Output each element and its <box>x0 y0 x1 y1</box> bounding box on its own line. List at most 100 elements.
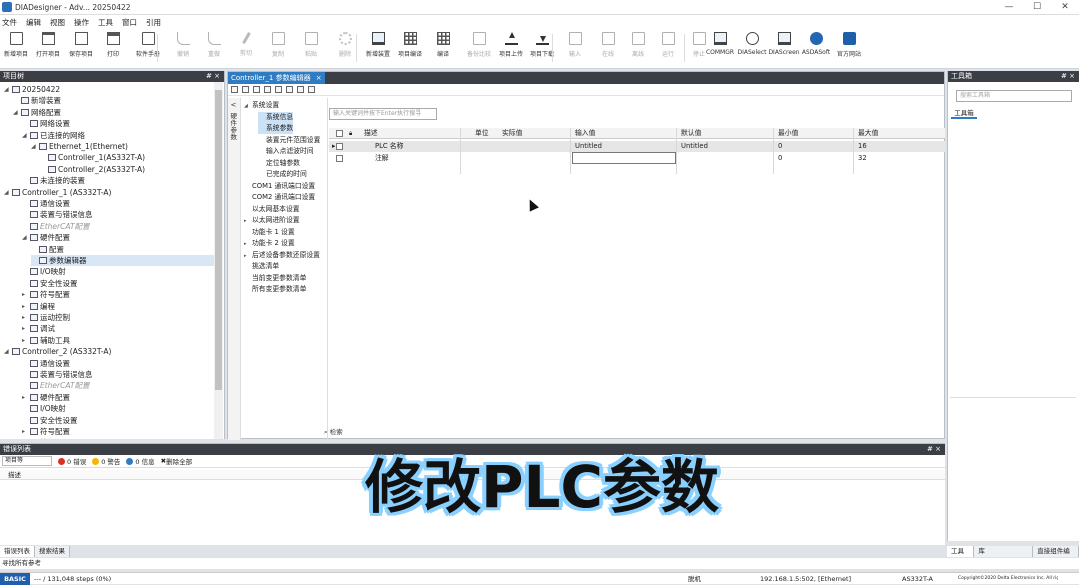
tree-item[interactable]: ▸ 硬件配置 <box>22 392 70 403</box>
tree-item[interactable]: Controller_1(AS332T-A) <box>40 152 145 163</box>
ribbon-button-new-project[interactable]: 新增项目 <box>1 32 31 58</box>
select-all-checkbox[interactable] <box>336 130 343 137</box>
tree-item[interactable]: 安全性设置 <box>22 278 78 289</box>
expand-arrow-icon[interactable]: ▸ <box>22 312 30 323</box>
ribbon-button-diaselect[interactable]: DIASelect <box>737 32 767 56</box>
tree-item[interactable]: 安全性设置 <box>22 415 78 426</box>
tree-item[interactable]: ◢ 20250422 <box>4 84 60 95</box>
ribbon-button-print[interactable]: 打印 <box>98 32 128 58</box>
tree-item[interactable]: ▸ 运动控制 <box>22 312 70 323</box>
ribbon-button-offline[interactable]: 离线 <box>623 32 653 58</box>
minimize-button[interactable]: — <box>995 0 1023 15</box>
expand-arrow-icon[interactable]: ◢ <box>31 141 39 152</box>
row-checkbox[interactable] <box>336 143 343 150</box>
menu-item[interactable]: 窗口 <box>122 17 137 28</box>
toolbox-search-input[interactable]: 搜索工具箱 <box>956 90 1072 102</box>
ribbon-button-copy[interactable]: 复制 <box>263 32 293 58</box>
right-bottom-tab[interactable]: 工具箱 <box>947 546 975 566</box>
scrollbar-thumb[interactable] <box>215 90 222 390</box>
tree-item[interactable]: 未连接的装置 <box>22 175 85 186</box>
tree-item[interactable]: ▸ 编程 <box>22 437 55 439</box>
table-cell-input[interactable]: Untitled <box>572 141 675 152</box>
tree-item[interactable]: EtherCAT配置 <box>22 221 90 232</box>
panel-pin-icon[interactable]: # × <box>1061 71 1075 82</box>
parameter-tree-item[interactable]: 当前变更参数清单 <box>244 273 306 284</box>
expand-arrow-icon[interactable]: ◢ <box>4 84 12 95</box>
expand-arrow-icon[interactable]: ▸ <box>244 216 252 227</box>
ribbon-button-compare[interactable]: 备份比较 <box>464 32 494 58</box>
panel-pin-icon[interactable]: # × <box>206 71 220 82</box>
right-bottom-tab[interactable]: 直接组件编辑 <box>1033 546 1079 566</box>
parameter-tree-item[interactable]: 系统参数 <box>258 123 294 134</box>
ribbon-button-save-project[interactable]: 保存项目 <box>66 32 96 58</box>
ribbon-button-manual[interactable]: 软件手册 <box>133 32 163 58</box>
find-bar[interactable]: ⌕ 检索 <box>324 426 444 437</box>
tree-item[interactable]: I/O映射 <box>22 403 66 414</box>
error-filter-button[interactable]: 0 警告 <box>92 456 120 466</box>
expand-arrow-icon[interactable]: ▸ <box>22 426 30 437</box>
collapse-arrow-icon[interactable]: < <box>231 102 238 109</box>
error-filter-select[interactable]: 项目等 <box>2 456 52 466</box>
menu-item[interactable]: 引用 <box>146 17 161 28</box>
grid-column-header[interactable]: 单位 <box>472 128 499 139</box>
ribbon-button-diascreen[interactable]: DIAScreen <box>768 32 800 56</box>
ribbon-button-compile[interactable]: 项目编译 <box>395 32 425 58</box>
right-bottom-tab[interactable]: 库 (Controller_1) <box>974 546 1034 566</box>
expand-arrow-icon[interactable]: ◢ <box>13 107 21 118</box>
expand-arrow-icon[interactable]: ▸ <box>22 335 30 346</box>
error-filter-button[interactable]: ✖ 删除全部 <box>161 456 192 466</box>
tree-item[interactable]: ▸ 符号配置 <box>22 289 70 300</box>
tree-item[interactable]: ◢ Controller_1 (AS332T-A) <box>4 187 111 198</box>
ribbon-button-commgr[interactable]: COMMGR <box>705 32 735 56</box>
tree-item[interactable]: EtherCAT配置 <box>22 380 90 391</box>
expand-arrow-icon[interactable]: ▸ <box>22 392 30 403</box>
row-checkbox[interactable] <box>336 155 343 162</box>
parameter-tree-item[interactable]: 以太网基本设置 <box>244 204 300 215</box>
tree-item[interactable]: 配置 <box>31 244 64 255</box>
tree-item[interactable]: ▸ 编程 <box>22 301 55 312</box>
tree-scrollbar[interactable] <box>214 82 223 439</box>
tree-item[interactable]: ◢ Controller_2 (AS332T-A) <box>4 346 111 357</box>
tree-item[interactable]: 参数编辑器 <box>31 255 220 266</box>
expand-arrow-icon[interactable]: ▸ <box>244 251 252 262</box>
tree-item[interactable]: 通信设置 <box>22 358 70 369</box>
parameter-tree-item[interactable]: ▸ 功能卡 2 设置 <box>244 238 295 249</box>
parameter-tree-item[interactable]: 系统信息 <box>258 111 294 123</box>
grid-column-header[interactable]: 最小值 <box>775 128 853 139</box>
tree-item[interactable]: ◢ 网络配置 <box>13 107 61 118</box>
parameter-tree-item[interactable]: 挑选清单 <box>244 261 279 272</box>
expand-arrow-icon[interactable]: ▸ <box>244 239 252 250</box>
ribbon-button-redo[interactable]: 重做 <box>199 32 229 58</box>
expand-arrow-icon[interactable]: ◢ <box>22 130 30 141</box>
parameter-tree-item[interactable]: 功能卡 1 设置 <box>244 227 295 238</box>
list-view-icon[interactable] <box>275 86 282 93</box>
expand-arrow-icon[interactable]: ▸ <box>22 437 30 439</box>
parameter-search-input[interactable]: 输入关键词并按下Enter执行搜寻 <box>329 108 437 120</box>
parameter-tree-item[interactable]: 已完成的时间 <box>258 169 307 180</box>
menu-item[interactable]: 视图 <box>50 17 65 28</box>
ribbon-button-online[interactable]: 在线 <box>593 32 623 58</box>
parameter-tree-item[interactable]: 定位轴参数 <box>258 158 300 169</box>
tree-item[interactable]: I/O映射 <box>22 266 66 277</box>
parameter-tree-item[interactable]: COM2 通讯端口设置 <box>244 192 315 203</box>
expand-arrow-icon[interactable]: ◢ <box>4 187 12 198</box>
tree-item[interactable]: 装置与错误信息 <box>22 209 93 220</box>
grid-column-header[interactable]: 实际值 <box>499 128 569 139</box>
parameter-tree-item[interactable]: ▸ 后述设备参数还原设置 <box>244 250 320 261</box>
tree-item[interactable]: 装置与错误信息 <box>22 369 93 380</box>
expand-arrow-icon[interactable]: ◢ <box>4 346 12 357</box>
tree-item[interactable]: ▸ 符号配置 <box>22 426 70 437</box>
ribbon-button-cut[interactable]: 剪切 <box>231 32 261 57</box>
compare-icon[interactable] <box>253 86 260 93</box>
bottom-tab[interactable]: 搜索结果 <box>35 546 70 557</box>
expand-icon[interactable] <box>264 86 271 93</box>
tree-item[interactable]: 通信设置 <box>22 198 70 209</box>
error-filter-button[interactable]: 0 错误 <box>58 456 86 466</box>
refresh-icon[interactable] <box>308 86 315 93</box>
tab-close-icon[interactable]: × <box>316 72 322 84</box>
output-bar[interactable]: 寻找所有参考 <box>0 558 1079 569</box>
menu-item[interactable]: 工具 <box>98 17 113 28</box>
expand-arrow-icon[interactable]: ▸ <box>22 323 30 334</box>
ribbon-button-add-device[interactable]: 新增装置 <box>363 32 393 58</box>
tree-item[interactable]: ◢ 硬件配置 <box>22 232 70 243</box>
